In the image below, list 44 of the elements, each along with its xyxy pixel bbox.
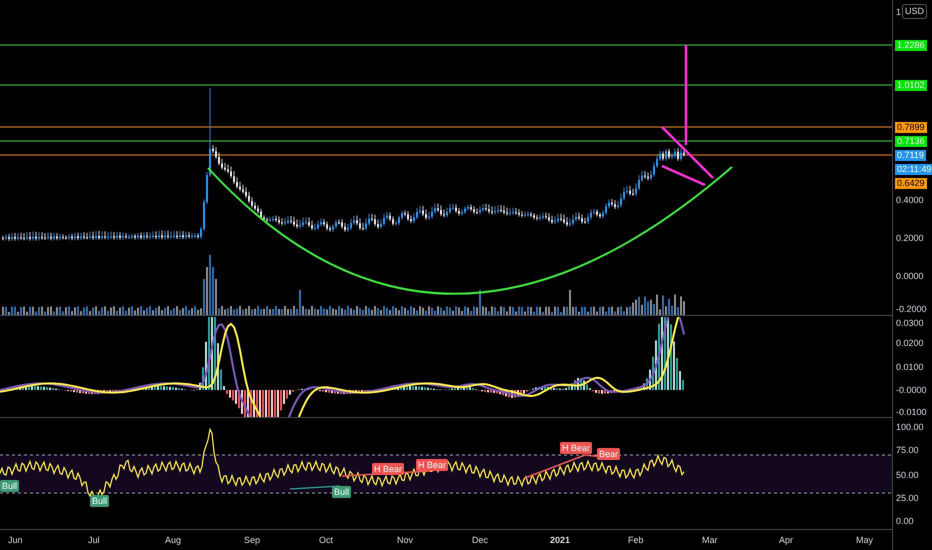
wedge-drawing xyxy=(660,126,714,186)
bear-signal-label: H Bear xyxy=(416,459,448,471)
axis-label: 0.0300 xyxy=(896,318,924,329)
axis-label: 0.00 xyxy=(896,516,914,527)
time-axis-label: Apr xyxy=(779,535,794,546)
time-axis-label: Jun xyxy=(8,535,23,546)
bear-signal-label: H Bear xyxy=(372,463,404,475)
axis-label: 100.00 xyxy=(896,422,924,433)
bull-signal-label: Bull xyxy=(332,486,352,498)
time-axis-label: May xyxy=(856,535,874,546)
axis-label: -0.2000 xyxy=(896,304,927,315)
axis-label: 75.00 xyxy=(896,445,919,456)
time-axis-label: Aug xyxy=(165,535,182,546)
bull-signal-label: Bull xyxy=(0,480,20,492)
axis-label: 25.00 xyxy=(896,493,919,504)
price-tag: 1.0102 xyxy=(895,80,927,91)
price-tag: 0.7119 xyxy=(895,150,926,161)
time-axis-label: Oct xyxy=(319,535,334,546)
price-tag: 0.7899 xyxy=(895,122,927,133)
time-axis-label: Nov xyxy=(397,535,414,546)
price-tag: 02:11:49 xyxy=(895,164,932,175)
axis-label: 0.0200 xyxy=(896,338,924,349)
currency-button[interactable]: USD xyxy=(902,4,928,19)
axis-label: 0.0000 xyxy=(896,271,924,282)
axis-label: 0.2000 xyxy=(896,233,924,244)
time-axis-label: Jul xyxy=(88,535,100,546)
axis-label: 0.0100 xyxy=(896,362,924,373)
axis-label: 0.4000 xyxy=(896,195,924,206)
time-axis-label: Sep xyxy=(244,535,260,546)
axis-label: 1 xyxy=(896,7,902,18)
bull-signal-label: Bull xyxy=(90,495,110,507)
bear-signal-label: H Bear xyxy=(560,442,592,454)
time-axis-label: Mar xyxy=(702,535,718,546)
price-tag: 0.7136 xyxy=(895,136,927,147)
axis-label: 50.00 xyxy=(896,470,919,481)
time-axis-label: Feb xyxy=(628,535,644,546)
axis-label: -0.0100 xyxy=(896,407,927,418)
divergence-line xyxy=(290,485,340,490)
price-tag: 0.6429 xyxy=(895,178,927,189)
axis-label: -0.0000 xyxy=(896,385,927,396)
bear-signal-label: Bear xyxy=(597,448,620,460)
time-axis-label: 2021 xyxy=(550,535,570,546)
price-tag: 1.2286 xyxy=(895,40,927,51)
time-axis-label: Dec xyxy=(472,535,488,546)
